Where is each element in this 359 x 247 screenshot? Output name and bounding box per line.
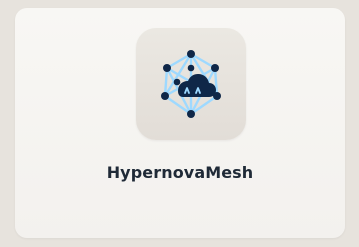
app-name: HypernovaMesh — [106, 163, 254, 182]
cloud-network-icon — [161, 50, 221, 118]
app-icon-tile[interactable] — [136, 28, 246, 140]
app-card[interactable]: HypernovaMesh — [15, 8, 345, 238]
